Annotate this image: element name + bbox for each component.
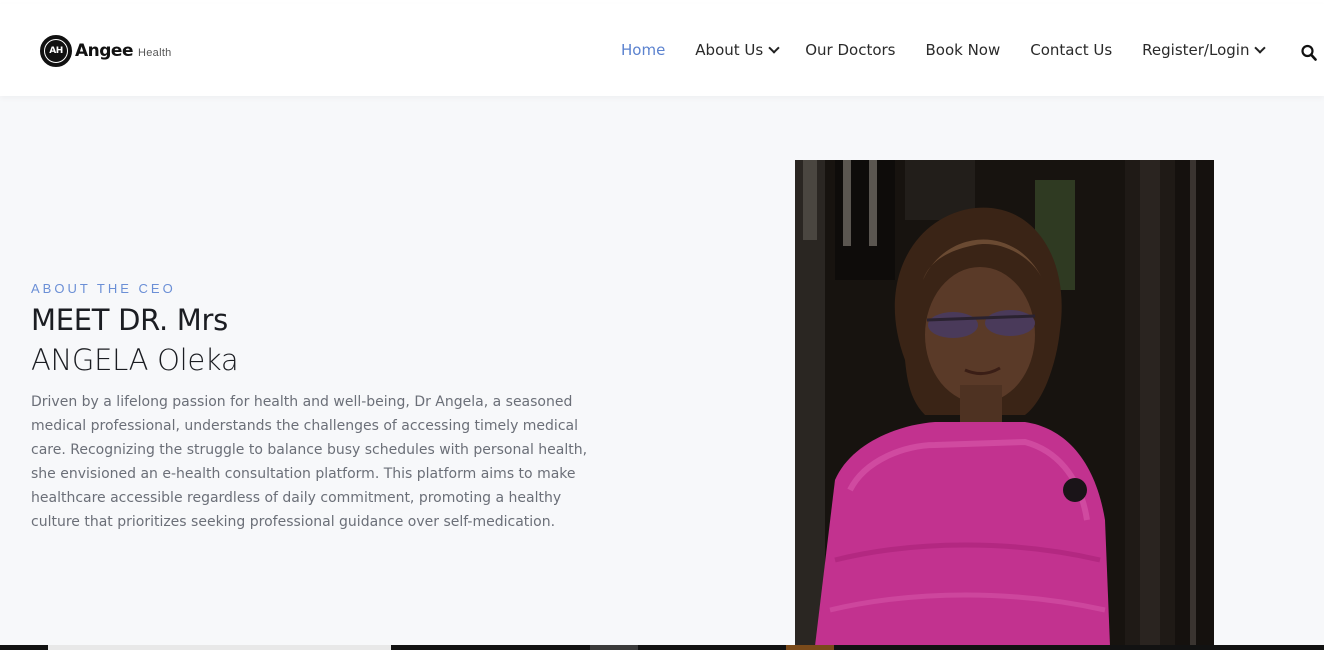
chevron-down-icon [1254, 42, 1267, 54]
ceo-title-line2: ANGELA Oleka [31, 343, 239, 377]
nav-register-login-label: Register/Login [1142, 41, 1250, 59]
nav-our-doctors[interactable]: Our Doctors [805, 41, 895, 59]
nav-home[interactable]: Home [621, 41, 665, 59]
bottom-strip-segment [786, 645, 834, 650]
nav-book-now[interactable]: Book Now [925, 41, 1000, 59]
logo-mark-text: AH [44, 39, 68, 63]
nav-contact-us-label: Contact Us [1030, 41, 1113, 59]
ceo-description: Driven by a lifelong passion for health … [31, 394, 588, 530]
bottom-strip-segment [48, 645, 391, 650]
logo-mark-icon: AH [40, 35, 72, 67]
nav-book-now-label: Book Now [925, 41, 1001, 59]
main-nav: Home About Us Our Doctors Book Now Conta… [621, 38, 1267, 62]
brand-name: Angee [75, 41, 134, 61]
search-icon[interactable] [1301, 44, 1317, 62]
bottom-strip [0, 645, 1324, 650]
nav-register-login[interactable]: Register/Login [1142, 41, 1267, 59]
nav-our-doctors-label: Our Doctors [805, 41, 896, 59]
nav-about-us[interactable]: About Us [695, 41, 780, 59]
nav-home-label: Home [621, 41, 666, 59]
brand-logo[interactable]: AH Angee Health [40, 32, 172, 70]
ceo-photo [795, 160, 1214, 646]
chevron-down-icon [768, 42, 780, 54]
section-eyebrow: ABOUT THE CEO [31, 281, 176, 296]
bottom-strip-segment [590, 645, 638, 650]
site-header: AH Angee Health Home About Us Our Doctor… [0, 4, 1324, 96]
ceo-title-line1: MEET DR. Mrs [31, 303, 228, 337]
nav-contact-us[interactable]: Contact Us [1030, 41, 1112, 59]
nav-about-us-label: About Us [695, 41, 764, 59]
brand-tagline: Health [138, 46, 172, 59]
